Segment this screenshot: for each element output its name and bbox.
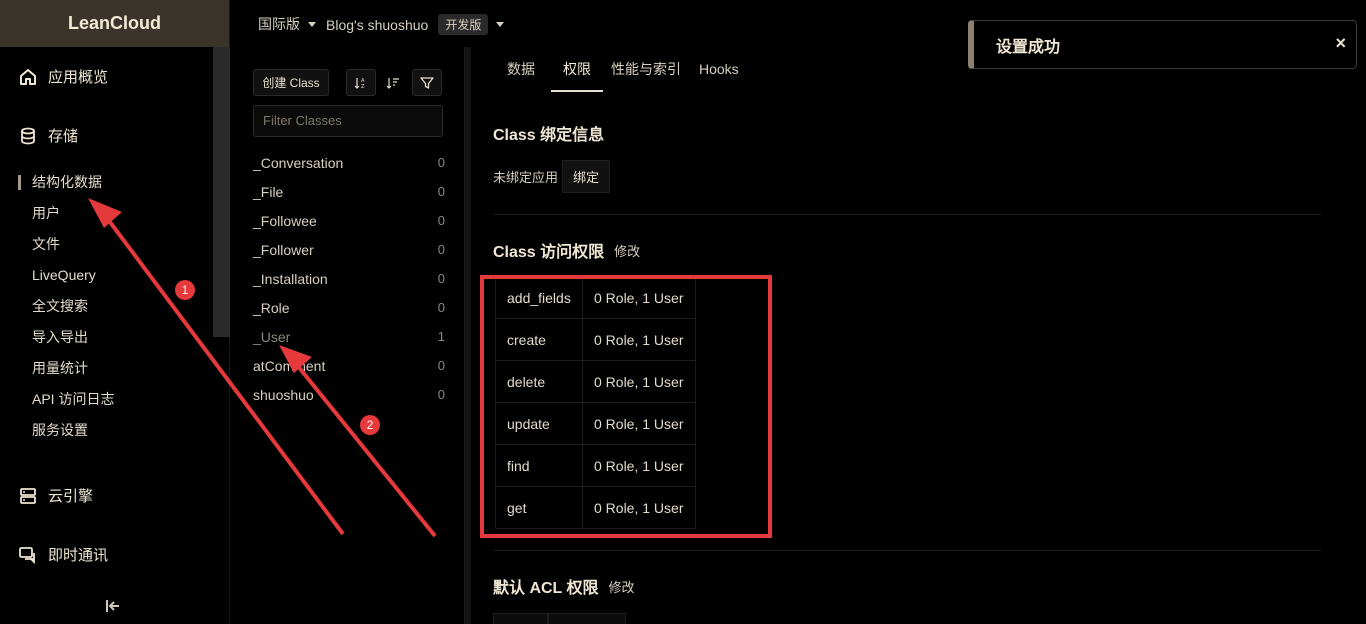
sort-desc-button[interactable]: [378, 69, 408, 96]
class-name: _Role: [253, 299, 290, 316]
nav-cloud-engine[interactable]: 云引擎: [18, 485, 93, 506]
class-count: 0: [437, 387, 445, 402]
close-icon[interactable]: ×: [1335, 33, 1346, 54]
class-count: 0: [437, 213, 445, 228]
class-panel: 创建 Class AZ Filter Classes _Conversation…: [230, 47, 465, 624]
edit-acl-link[interactable]: 修改: [609, 577, 635, 596]
class-count: 0: [437, 155, 445, 170]
tab-data[interactable]: 数据: [493, 47, 549, 92]
class-name: shuoshuo: [253, 386, 314, 403]
default-acl-heading: 默认 ACL 权限: [493, 580, 599, 597]
tab-hooks[interactable]: Hooks: [687, 47, 751, 92]
sidebar-item-usage-stats[interactable]: 用量统计: [18, 355, 208, 386]
class-item-conversation[interactable]: _Conversation 0: [253, 148, 445, 177]
class-name: _Follower: [253, 241, 314, 258]
class-item-user[interactable]: _User 1: [253, 322, 445, 351]
nav-im-label: 即时通讯: [48, 547, 109, 564]
app-logo[interactable]: LeanCloud: [0, 0, 229, 47]
sidebar-item-structured-data[interactable]: 结构化数据: [18, 169, 208, 200]
class-name: atComment: [253, 357, 326, 374]
svg-text:Z: Z: [361, 84, 365, 90]
nav-overview-label: 应用概览: [48, 69, 109, 86]
database-icon: [21, 127, 35, 144]
class-name: _Followee: [253, 212, 317, 229]
binding-status: 未绑定应用: [493, 170, 559, 185]
class-count: 0: [437, 271, 445, 286]
class-list: _Conversation 0 _File 0 _Followee 0 _Follow…: [253, 148, 445, 409]
nav-overview[interactable]: 应用概览: [18, 66, 108, 87]
default-acl-title: 默认 ACL 权限 修改: [493, 574, 635, 598]
nav-cloud-engine-label: 云引擎: [48, 488, 94, 505]
chevron-down-icon: [308, 21, 316, 27]
sort-alpha-icon: AZ: [354, 77, 365, 90]
binding-row: 未绑定应用 绑定: [493, 160, 611, 193]
collapse-sidebar-icon[interactable]: [104, 597, 122, 615]
class-item-follower[interactable]: _Follower 0: [253, 235, 445, 264]
sort-alpha-button[interactable]: AZ: [346, 69, 376, 96]
app-dropdown[interactable]: Blog's shuoshuo 开发版: [326, 14, 505, 35]
filter-classes-input[interactable]: Filter Classes: [253, 105, 443, 137]
class-name: _Conversation: [253, 154, 344, 171]
class-count: 0: [437, 242, 445, 257]
filter-icon: [420, 76, 434, 89]
nav-storage[interactable]: 存储: [18, 125, 78, 146]
home-icon: [20, 68, 36, 85]
toast-message: 设置成功: [996, 38, 1061, 56]
class-binding-title: Class 绑定信息: [493, 121, 604, 145]
class-count: 0: [437, 184, 445, 199]
class-count: 0: [437, 358, 445, 373]
filter-button[interactable]: [412, 69, 442, 96]
class-item-shuoshuo[interactable]: shuoshuo 0: [253, 380, 445, 409]
class-item-file[interactable]: _File 0: [253, 177, 445, 206]
nav-im[interactable]: 即时通讯: [18, 544, 108, 565]
class-item-role[interactable]: _Role 0: [253, 293, 445, 322]
class-item-followee[interactable]: _Followee 0: [253, 206, 445, 235]
app-name: Blog's shuoshuo: [326, 16, 429, 33]
class-name: _Installation: [253, 270, 328, 287]
acl-table-header: [493, 613, 626, 624]
region-dropdown[interactable]: 国际版: [258, 14, 316, 34]
divider: [493, 214, 1321, 215]
acl-cell: [548, 613, 626, 624]
sidebar-item-files[interactable]: 文件: [18, 231, 208, 262]
create-class-button[interactable]: 创建 Class: [253, 69, 329, 96]
sidebar: LeanCloud 应用概览 存储 结构化数据 用户 文件 LiveQuery …: [0, 0, 230, 624]
class-item-atcomment[interactable]: atComment 0: [253, 351, 445, 380]
sidebar-scrollbar[interactable]: [213, 47, 230, 337]
tab-permissions[interactable]: 权限: [549, 47, 605, 92]
class-access-heading: Class 访问权限: [493, 244, 605, 261]
chat-icon: [19, 546, 35, 564]
bind-button[interactable]: 绑定: [562, 160, 611, 193]
tab-bar: 数据 权限 性能与索引 Hooks: [493, 47, 751, 92]
sidebar-item-import-export[interactable]: 导入导出: [18, 324, 208, 355]
sidebar-item-api-log[interactable]: API 访问日志: [18, 386, 208, 417]
class-name: _File: [253, 183, 284, 200]
success-toast: 设置成功 ×: [968, 20, 1357, 69]
tab-performance-index[interactable]: 性能与索引: [605, 47, 687, 92]
class-binding-heading: Class 绑定信息: [493, 127, 605, 144]
class-access-title: Class 访问权限 修改: [493, 238, 640, 262]
sidebar-item-service-settings[interactable]: 服务设置: [18, 417, 208, 448]
chevron-down-icon: [496, 22, 505, 27]
sort-desc-icon: [386, 77, 399, 89]
annotation-badge-2: 2: [360, 415, 380, 435]
class-name: _User: [253, 328, 291, 345]
region-label: 国际版: [258, 16, 300, 32]
nav-storage-label: 存储: [48, 128, 79, 145]
class-count: 0: [437, 300, 445, 315]
sidebar-item-users[interactable]: 用户: [18, 200, 208, 231]
storage-submenu: 结构化数据 用户 文件 LiveQuery 全文搜索 导入导出 用量统计 API…: [18, 169, 208, 448]
divider: [493, 550, 1321, 551]
env-badge: 开发版: [438, 14, 489, 35]
main-content: 数据 权限 性能与索引 Hooks Class 绑定信息 未绑定应用 绑定 Cl…: [473, 47, 1366, 624]
class-panel-scrollbar[interactable]: [465, 47, 471, 624]
class-item-installation[interactable]: _Installation 0: [253, 264, 445, 293]
annotation-highlight-box: [480, 275, 772, 538]
class-count: 1: [437, 329, 445, 344]
annotation-badge-1: 1: [175, 280, 195, 300]
edit-access-link[interactable]: 修改: [614, 241, 640, 260]
server-icon: [20, 487, 36, 504]
acl-cell: [493, 613, 548, 624]
